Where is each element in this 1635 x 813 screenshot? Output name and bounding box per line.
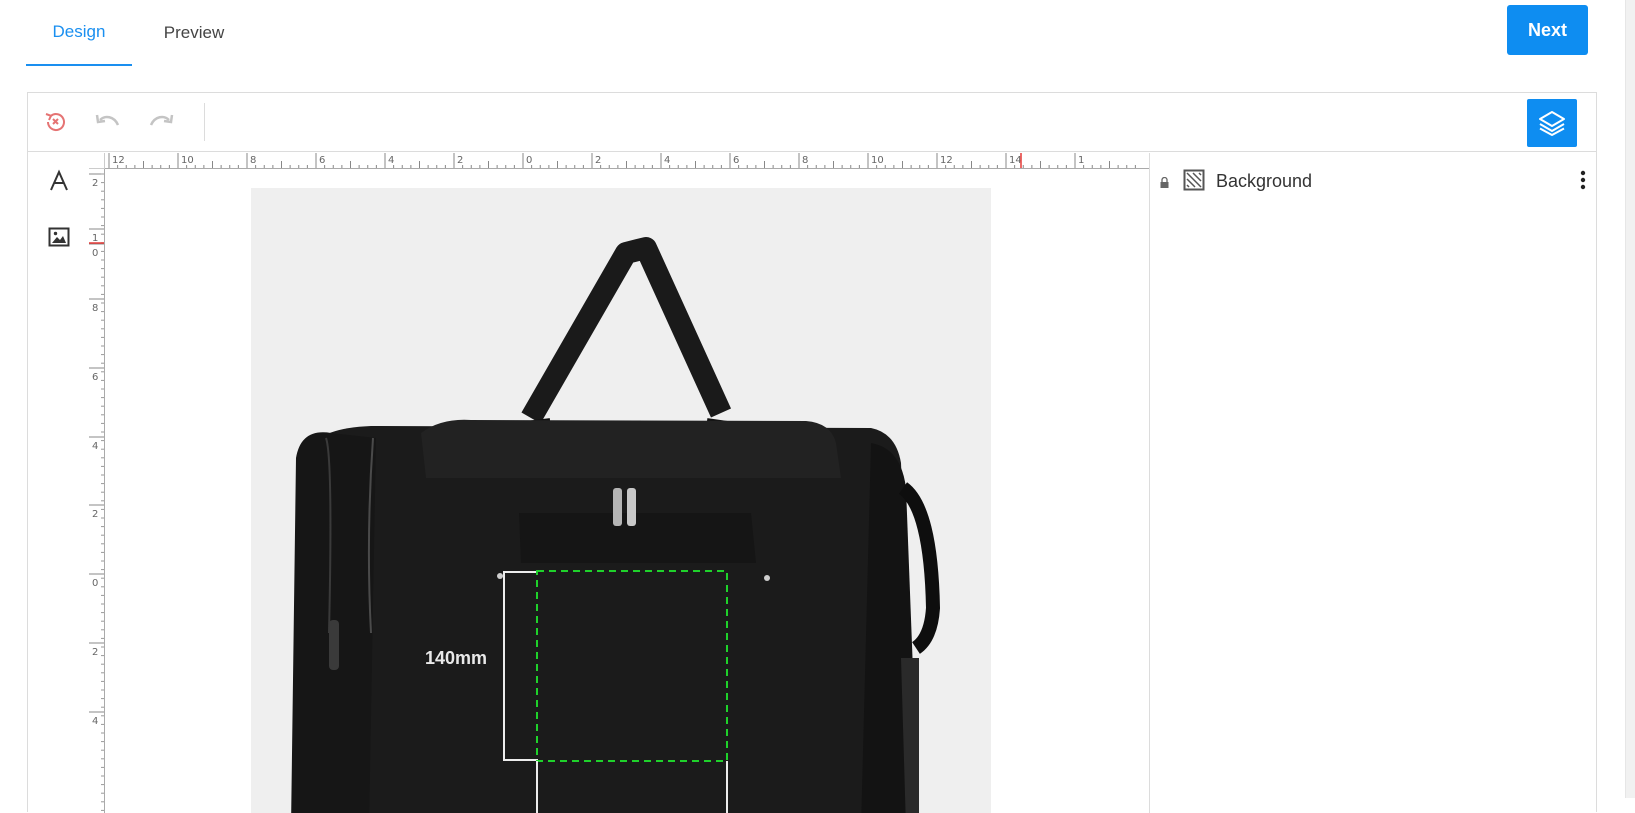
ruler-label: 2 xyxy=(457,155,463,166)
ruler-label: 0 xyxy=(92,248,98,259)
ruler-label: 8 xyxy=(802,155,808,166)
ruler-label: 4 xyxy=(92,716,98,727)
duffel-bag-image xyxy=(291,237,941,813)
ruler-label: 4 xyxy=(388,155,394,166)
layer-row-background[interactable]: Background xyxy=(1150,165,1597,195)
dimension-label: 140mm xyxy=(425,648,488,668)
layers-icon xyxy=(1539,111,1565,136)
layer-name: Background xyxy=(1216,171,1313,191)
ruler-label: 2 xyxy=(595,155,601,166)
ruler-label: 1 xyxy=(1078,155,1084,166)
side-toolbar xyxy=(28,153,89,813)
tab-bar: Design Preview xyxy=(26,0,256,66)
design-canvas[interactable]: 140mm xyxy=(105,169,1149,813)
artboard[interactable]: 140mm xyxy=(251,188,991,813)
vertical-ruler: 2108642024 xyxy=(89,169,105,813)
ruler-label: 8 xyxy=(250,155,256,166)
editor-panel: 12 10 8 6 4 2 0 2 4 6 8 10 12 14 1 2108642024 xyxy=(27,92,1597,813)
ruler-label: 0 xyxy=(526,155,532,166)
tab-design[interactable]: Design xyxy=(26,0,132,66)
ruler-label: 0 xyxy=(92,578,98,589)
image-icon xyxy=(48,227,70,247)
ruler-label: 2 xyxy=(92,509,98,520)
background-layer-icon xyxy=(1183,169,1205,196)
toolbar xyxy=(28,93,1596,152)
horizontal-ruler: 12 10 8 6 4 2 0 2 4 6 8 10 12 14 1 xyxy=(105,153,1149,169)
ruler-label: 12 xyxy=(112,155,125,166)
tab-preview[interactable]: Preview xyxy=(132,0,256,66)
reset-icon[interactable] xyxy=(40,107,70,137)
ruler-label: 12 xyxy=(940,155,953,166)
ruler-label: 2 xyxy=(92,647,98,658)
ruler-label: 10 xyxy=(871,155,884,166)
ruler-corner xyxy=(89,153,105,169)
next-button[interactable]: Next xyxy=(1507,5,1588,55)
more-vertical-icon[interactable] xyxy=(1574,169,1592,191)
text-icon xyxy=(50,169,68,191)
ruler-label: 4 xyxy=(92,441,98,452)
ruler-label: 6 xyxy=(319,155,325,166)
layers-button[interactable] xyxy=(1527,99,1577,147)
image-tool-button[interactable] xyxy=(42,220,76,254)
ruler-label: 4 xyxy=(664,155,670,166)
ruler-label: 14 xyxy=(1009,155,1022,166)
ruler-label: 6 xyxy=(733,155,739,166)
text-tool-button[interactable] xyxy=(42,164,76,198)
ruler-label: 8 xyxy=(92,303,98,314)
undo-icon[interactable] xyxy=(93,107,123,137)
redo-icon[interactable] xyxy=(146,107,176,137)
toolbar-divider xyxy=(204,103,205,141)
ruler-label: 6 xyxy=(92,372,98,383)
page-scrollbar[interactable] xyxy=(1625,0,1635,798)
ruler-label: 10 xyxy=(181,155,194,166)
ruler-label: 2 xyxy=(92,178,98,189)
layers-panel: Background xyxy=(1149,153,1596,813)
lock-icon[interactable] xyxy=(1160,175,1169,193)
